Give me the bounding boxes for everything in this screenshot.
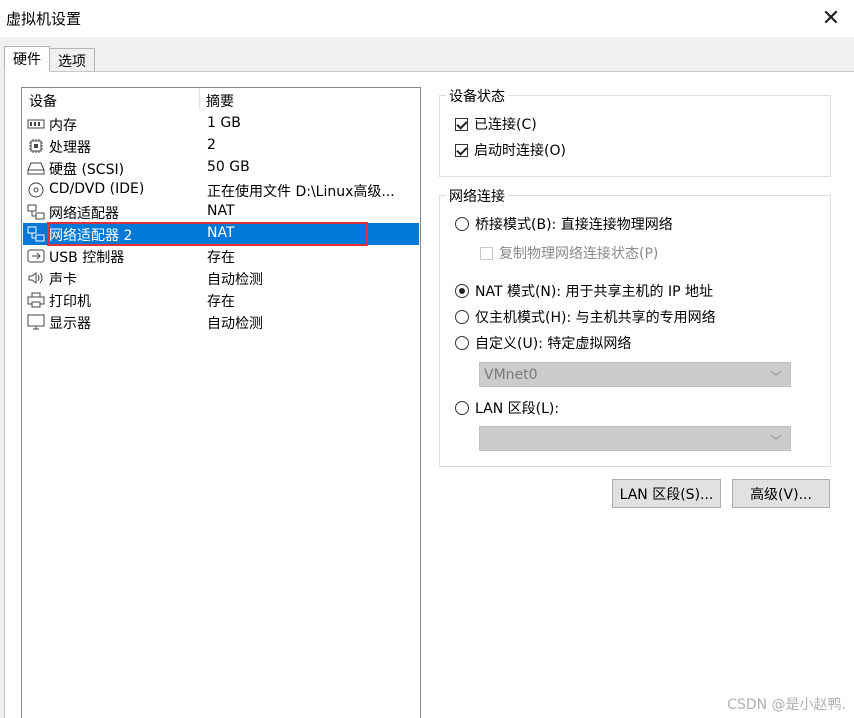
window-title: 虚拟机设置 — [6, 10, 82, 28]
device-summary: 存在 — [207, 250, 235, 266]
network-adapter-icon — [27, 226, 45, 242]
device-summary: 自动检测 — [207, 272, 263, 288]
checkbox-box[interactable] — [455, 143, 468, 157]
host-only-label: 仅主机模式(H): 与主机共享的专用网络 — [475, 310, 716, 326]
bridged-radio[interactable]: 桥接模式(B): 直接连接物理网络 — [455, 214, 673, 234]
nat-radio[interactable]: NAT 模式(N): 用于共享主机的 IP 地址 — [455, 281, 713, 301]
device-summary: 2 — [207, 137, 216, 153]
device-row-hard-disk[interactable]: 硬盘 (SCSI) 50 GB — [23, 157, 419, 179]
device-row-processor[interactable]: 处理器 2 — [23, 135, 419, 157]
radio-circle[interactable] — [455, 336, 469, 350]
device-name: 处理器 — [49, 140, 91, 156]
column-header-summary[interactable]: 摘要 — [206, 91, 234, 111]
radio-circle[interactable] — [455, 284, 469, 298]
lan-segment-select[interactable]: ﹀ — [479, 426, 791, 451]
custom-label: 自定义(U): 特定虚拟网络 — [475, 336, 632, 352]
device-name: USB 控制器 — [49, 250, 125, 266]
device-row-sound-card[interactable]: 声卡 自动检测 — [23, 267, 419, 289]
device-name: 网络适配器 — [49, 206, 119, 222]
custom-network-select[interactable]: VMnet0 ﹀ — [479, 362, 791, 387]
chevron-down-icon: ﹀ — [769, 434, 782, 448]
device-summary: 自动检测 — [207, 316, 263, 332]
device-name: 显示器 — [49, 316, 91, 332]
device-row-printer[interactable]: 打印机 存在 — [23, 289, 419, 311]
bridged-label: 桥接模式(B): 直接连接物理网络 — [475, 217, 673, 233]
tab-options[interactable]: 选项 — [50, 48, 95, 73]
speaker-icon — [27, 270, 45, 286]
radio-circle[interactable] — [455, 401, 469, 415]
title-bar: 虚拟机设置 ✕ — [0, 0, 854, 37]
chevron-down-icon: ﹀ — [769, 370, 782, 384]
hard-disk-icon — [27, 160, 45, 176]
device-summary: NAT — [207, 203, 235, 219]
device-name: 硬盘 (SCSI) — [49, 162, 125, 178]
network-connection-title: 网络连接 — [446, 186, 508, 206]
device-summary: 存在 — [207, 294, 235, 310]
device-row-memory[interactable]: 内存 1 GB — [23, 113, 419, 135]
custom-network-value: VMnet0 — [484, 366, 538, 383]
close-icon[interactable]: ✕ — [808, 0, 854, 37]
replicate-state-label: 复制物理网络连接状态(P) — [499, 246, 659, 262]
checkbox-box[interactable] — [480, 246, 493, 260]
device-list[interactable]: 设备 摘要 内存 1 GB 处理器 2 硬盘 (SCSI) 50 GB CD/D… — [21, 87, 421, 718]
column-header-device[interactable]: 设备 — [29, 91, 57, 111]
radio-circle[interactable] — [455, 217, 469, 231]
memory-icon — [27, 116, 45, 132]
lan-segments-button[interactable]: LAN 区段(S)... — [612, 479, 721, 508]
device-status-group: 设备状态 已连接(C) 启动时连接(O) — [439, 86, 831, 177]
radio-circle[interactable] — [455, 310, 469, 324]
device-summary: 正在使用文件 D:\Linux高级... — [207, 184, 395, 200]
device-name: 打印机 — [49, 294, 91, 310]
device-row-cd-dvd[interactable]: CD/DVD (IDE) 正在使用文件 D:\Linux高级... — [23, 179, 419, 201]
connected-label: 已连接(C) — [474, 117, 537, 133]
network-connection-group: 网络连接 桥接模式(B): 直接连接物理网络 复制物理网络连接状态(P) NAT… — [439, 186, 831, 467]
device-summary: 50 GB — [207, 159, 250, 175]
cd-dvd-icon — [27, 182, 45, 198]
connected-checkbox[interactable]: 已连接(C) — [455, 114, 537, 134]
list-header: 设备 摘要 — [22, 88, 420, 110]
device-name: 声卡 — [49, 272, 77, 288]
tab-bar: 硬件 选项 — [4, 46, 95, 73]
host-only-radio[interactable]: 仅主机模式(H): 与主机共享的专用网络 — [455, 307, 716, 327]
network-adapter-icon — [27, 204, 45, 220]
device-row-network-adapter[interactable]: 网络适配器 NAT — [23, 201, 419, 223]
printer-icon — [27, 292, 45, 308]
device-summary: 1 GB — [207, 115, 241, 131]
checkbox-box[interactable] — [455, 117, 468, 131]
tab-hardware[interactable]: 硬件 — [4, 46, 50, 72]
replicate-state-checkbox[interactable]: 复制物理网络连接状态(P) — [480, 243, 658, 263]
device-name: 内存 — [49, 118, 77, 134]
device-row-display[interactable]: 显示器 自动检测 — [23, 311, 419, 333]
red-highlight-box — [47, 222, 368, 246]
monitor-icon — [27, 314, 45, 330]
lan-segment-radio[interactable]: LAN 区段(L): — [455, 398, 559, 418]
watermark: CSDN @是小赵鸭. — [727, 697, 846, 713]
usb-icon — [27, 248, 45, 264]
connect-at-power-on-label: 启动时连接(O) — [474, 143, 566, 159]
nat-label: NAT 模式(N): 用于共享主机的 IP 地址 — [475, 284, 713, 300]
device-row-usb[interactable]: USB 控制器 存在 — [23, 245, 419, 267]
connect-at-power-on-checkbox[interactable]: 启动时连接(O) — [455, 140, 566, 160]
column-divider[interactable] — [199, 88, 200, 110]
advanced-button[interactable]: 高级(V)... — [732, 479, 830, 508]
processor-icon — [27, 138, 45, 154]
custom-radio[interactable]: 自定义(U): 特定虚拟网络 — [455, 333, 631, 353]
device-status-title: 设备状态 — [446, 86, 508, 106]
device-row-network-adapter-2[interactable]: 网络适配器 2 NAT — [23, 222, 419, 246]
device-name: CD/DVD (IDE) — [49, 181, 145, 197]
lan-segment-label: LAN 区段(L): — [475, 401, 560, 417]
